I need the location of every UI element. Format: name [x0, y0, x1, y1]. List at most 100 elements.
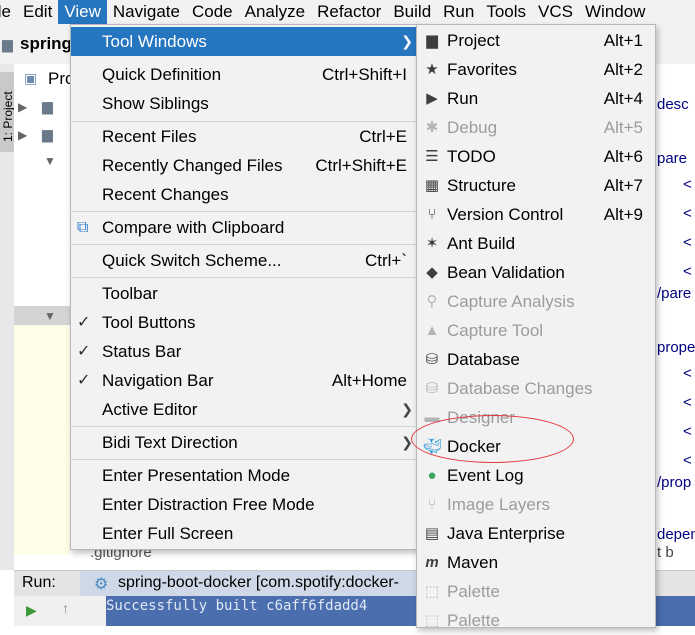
menu-item-label: Status Bar — [102, 342, 182, 361]
menu-item-label: Database Changes — [447, 379, 593, 398]
breadcrumb-project[interactable]: spring — [20, 34, 72, 54]
menu-item-recently-changed-files[interactable]: Recently Changed Files Ctrl+Shift+E — [71, 151, 417, 180]
project-tool-tab[interactable]: 1: Project — [0, 72, 15, 152]
code-token: desc — [657, 96, 689, 113]
menu-item-toolbar[interactable]: Toolbar — [71, 279, 417, 308]
menu-build[interactable]: Build — [387, 0, 437, 24]
tool-window-palette[interactable]: ⬚ Palette — [417, 577, 655, 606]
tool-window-image-layers[interactable]: ⑂ Image Layers — [417, 490, 655, 519]
menu-item-quick-switch-scheme[interactable]: Quick Switch Scheme... Ctrl+` — [71, 246, 417, 275]
tool-window-todo[interactable]: ☰ TODO Alt+6 — [417, 142, 655, 171]
event-log-icon: ● — [427, 467, 437, 484]
tree-folder-icon: ▆ — [42, 98, 53, 114]
menu-item-compare-with-clipboard[interactable]: ⧉ Compare with Clipboard — [71, 213, 417, 242]
menu-item-label: Bidi Text Direction — [102, 433, 238, 452]
menu-item-recent-files[interactable]: Recent Files Ctrl+E — [71, 122, 417, 151]
tool-window-maven[interactable]: m Maven — [417, 548, 655, 577]
menu-code[interactable]: Code — [186, 0, 239, 24]
menu-tools[interactable]: Tools — [480, 0, 532, 24]
structure-icon: ▦ — [424, 177, 440, 194]
tool-window-capture-analysis[interactable]: ⚲ Capture Analysis — [417, 287, 655, 316]
menu-item-label: Tool Buttons — [102, 313, 196, 332]
menu-item-label: Quick Switch Scheme... — [102, 251, 282, 270]
menu-item-label: Palette — [447, 582, 500, 601]
menu-view[interactable]: View — [58, 0, 107, 24]
warning-icon: ▲ — [424, 322, 440, 339]
menu-item-label: Quick Definition — [102, 65, 222, 84]
run-config-tab[interactable]: ⚙ spring-boot-docker [com.spotify:docker… — [80, 571, 440, 597]
menu-item-tool-buttons[interactable]: ✓ Tool Buttons — [71, 308, 417, 337]
menu-vcs[interactable]: VCS — [532, 0, 579, 24]
menu-separator — [71, 277, 417, 278]
menu-navigate[interactable]: Navigate — [107, 0, 186, 24]
star-icon: ★ — [425, 61, 439, 78]
menu-item-recent-changes[interactable]: Recent Changes — [71, 180, 417, 209]
menu-item-label: Event Log — [447, 466, 524, 485]
console-line: Successfully built c6aff6fdadd4 — [106, 598, 368, 614]
database-icon: ⛁ — [425, 351, 439, 368]
menu-item-quick-definition[interactable]: Quick Definition Ctrl+Shift+I — [71, 60, 417, 89]
menu-item-label: TODO — [447, 147, 496, 166]
palette-icon: ⬚ — [424, 583, 440, 600]
bean-icon: ◆ — [426, 264, 438, 281]
run-label: Run: — [22, 574, 56, 591]
tool-window-palette-2[interactable]: ⬚ Palette — [417, 606, 655, 635]
checkmark-icon: ✓ — [77, 343, 91, 360]
menu-item-distraction-free-mode[interactable]: Enter Distraction Free Mode — [71, 490, 417, 519]
tool-window-project[interactable]: ▆ Project Alt+1 — [417, 26, 655, 55]
menu-item-active-editor[interactable]: Active Editor ❯ — [71, 395, 417, 424]
menu-file[interactable]: ile — [0, 0, 17, 24]
tool-window-ant-build[interactable]: ✶ Ant Build — [417, 229, 655, 258]
tree-expand-icon[interactable]: ▶ — [18, 128, 27, 142]
tool-window-database[interactable]: ⛁ Database — [417, 345, 655, 374]
palette-icon: ⬚ — [424, 612, 440, 629]
menu-refactor[interactable]: Refactor — [311, 0, 387, 24]
menu-item-label: Recently Changed Files — [102, 156, 283, 175]
menu-item-tool-windows[interactable]: Tool Windows ❯ — [71, 27, 417, 56]
code-token: prope — [657, 339, 695, 356]
menu-item-label: Show Siblings — [102, 94, 209, 113]
rerun-icon[interactable]: ▶ — [26, 602, 37, 619]
menu-item-show-siblings[interactable]: Show Siblings — [71, 89, 417, 118]
menu-item-label: Debug — [447, 118, 498, 137]
scroll-up-icon[interactable]: ↑ — [62, 600, 69, 616]
menu-item-shortcut: Ctrl+Shift+I — [321, 65, 407, 84]
menu-item-presentation-mode[interactable]: Enter Presentation Mode — [71, 461, 417, 490]
tree-folder-icon: ▆ — [42, 126, 53, 142]
compare-clipboard-icon: ⧉ — [77, 219, 89, 236]
tool-window-version-control[interactable]: ⑂ Version Control Alt+9 — [417, 200, 655, 229]
code-editor[interactable]: desc pare < < < < /pare prope < < < < /p… — [655, 64, 695, 570]
tree-collapse-icon[interactable]: ▼ — [44, 309, 56, 323]
tool-windows-submenu: ▆ Project Alt+1 ★ Favorites Alt+2 ▶ Run … — [416, 24, 656, 630]
menu-separator — [71, 459, 417, 460]
project-view-icon: ▣ — [24, 70, 38, 86]
menu-item-label: Favorites — [447, 60, 517, 79]
menu-item-label: Bean Validation — [447, 263, 565, 282]
menu-item-label: Navigation Bar — [102, 371, 214, 390]
tool-window-event-log[interactable]: ● Event Log — [417, 461, 655, 490]
menu-item-label: Capture Analysis — [447, 292, 575, 311]
tree-collapse-icon[interactable]: ▼ — [44, 154, 56, 168]
menu-separator — [71, 211, 417, 212]
menu-analyze[interactable]: Analyze — [239, 0, 311, 24]
menu-item-label: Active Editor — [102, 400, 198, 419]
tree-selected-row[interactable]: ▼ — [14, 306, 70, 326]
tool-window-run[interactable]: ▶ Run Alt+4 — [417, 84, 655, 113]
menu-item-full-screen[interactable]: Enter Full Screen — [71, 519, 417, 548]
tool-window-debug[interactable]: ✱ Debug Alt+5 — [417, 113, 655, 142]
code-token: /pare — [657, 285, 692, 302]
menu-item-status-bar[interactable]: ✓ Status Bar — [71, 337, 417, 366]
menu-run[interactable]: Run — [437, 0, 480, 24]
menu-item-bidi-text-direction[interactable]: Bidi Text Direction ❯ — [71, 428, 417, 457]
menu-window[interactable]: Window — [579, 0, 651, 24]
tool-window-database-changes[interactable]: ⛁ Database Changes — [417, 374, 655, 403]
tool-window-bean-validation[interactable]: ◆ Bean Validation — [417, 258, 655, 287]
menu-edit[interactable]: Edit — [17, 0, 58, 24]
tree-expand-icon[interactable]: ▶ — [18, 100, 27, 114]
tool-window-structure[interactable]: ▦ Structure Alt+7 — [417, 171, 655, 200]
tool-window-java-enterprise[interactable]: ▤ Java Enterprise — [417, 519, 655, 548]
menu-item-navigation-bar[interactable]: ✓ Navigation Bar Alt+Home — [71, 366, 417, 395]
tool-window-favorites[interactable]: ★ Favorites Alt+2 — [417, 55, 655, 84]
menu-item-label: Enter Full Screen — [102, 524, 234, 543]
tool-window-capture-tool[interactable]: ▲ Capture Tool — [417, 316, 655, 345]
